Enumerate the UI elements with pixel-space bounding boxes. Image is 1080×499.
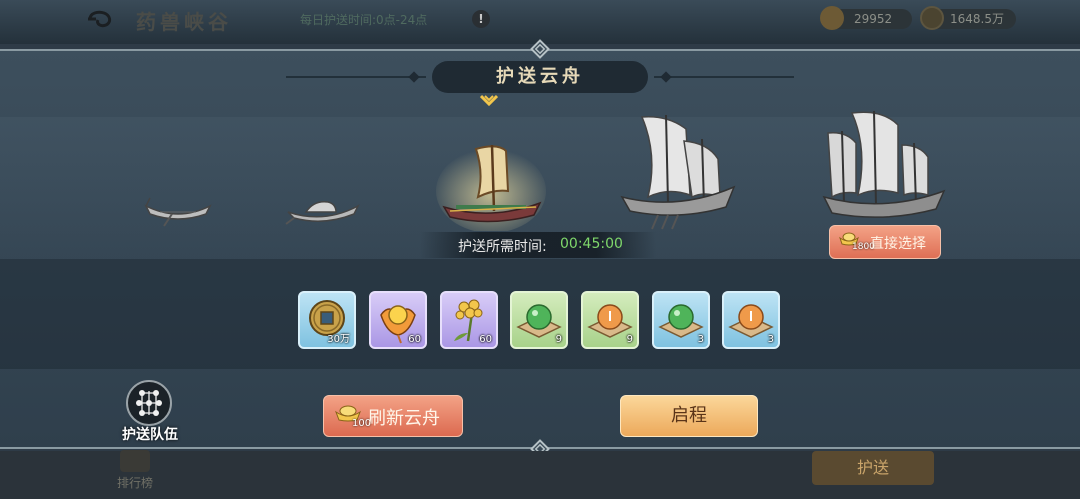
reward-item[interactable]: 60 (369, 291, 427, 349)
header-ornament-icon (660, 71, 672, 83)
gold-resource: 29952 (820, 6, 912, 30)
direct-select-button[interactable]: 1800 直接选择 (829, 225, 941, 259)
copper-value: 1648.5万 (950, 12, 1004, 26)
depart-button[interactable]: 启程 (620, 395, 758, 437)
reward-item[interactable]: 3 (722, 291, 780, 349)
alert-icon[interactable]: ! (472, 10, 490, 28)
team-icon-frame (126, 380, 172, 426)
dialog-title: 护送云舟 (432, 61, 648, 93)
reward-count: 3 (697, 334, 704, 345)
escort-time-label: 护送所需时间: (458, 239, 547, 255)
reward-count: 60 (479, 334, 492, 345)
escort-boat-dialog: 护送云舟 护送所需时间: 00:45:00 1800 直接选择 30万 60 6… (0, 39, 1080, 459)
escort-time-bar: 护送所需时间: 00:45:00 (420, 232, 656, 258)
reward-count: 9 (626, 334, 633, 345)
escort-button[interactable]: 护送 (812, 451, 934, 485)
reward-item[interactable]: 3 (652, 291, 710, 349)
team-formation-icon (136, 390, 162, 416)
gold-value: 29952 (854, 12, 893, 26)
gold-ingot-icon (820, 6, 844, 30)
ship-covered-boat[interactable] (284, 192, 362, 228)
back-icon[interactable] (86, 10, 114, 28)
copper-coin-icon (920, 6, 944, 30)
reward-item[interactable]: 30万 (298, 291, 356, 349)
escort-time-value: 00:45:00 (560, 236, 623, 252)
ranking-label: 排行榜 (116, 476, 153, 490)
header-line-left (286, 76, 426, 78)
copper-resource: 1648.5万 (920, 6, 1016, 30)
escort-team-label: 护送队伍 (122, 427, 178, 443)
reward-count: 3 (767, 334, 774, 345)
selected-indicator-icon (480, 94, 498, 107)
reward-count: 9 (555, 334, 562, 345)
daily-escort-time: 每日护送时间:0点-24点 (300, 13, 428, 27)
reward-item[interactable]: 9 (581, 291, 639, 349)
refresh-boat-button[interactable]: 100 刷新云舟 (323, 395, 463, 437)
ship-sailboat[interactable] (436, 141, 546, 231)
ranking-icon (120, 450, 150, 472)
ranking-button[interactable]: 排行榜 (110, 450, 160, 499)
ship-treasure-junk[interactable] (822, 109, 946, 225)
reward-count: 30万 (327, 334, 350, 345)
escort-team-button[interactable]: 护送队伍 (120, 380, 180, 444)
reward-item[interactable]: 60 (440, 291, 498, 349)
refresh-label: 刷新云舟 (368, 408, 440, 429)
direct-select-label: 直接选择 (870, 236, 926, 252)
ornament-knot-icon (530, 39, 550, 59)
ship-large-junk[interactable] (618, 111, 738, 231)
header-ornament-icon (408, 71, 420, 83)
ship-small-rowboat[interactable] (142, 192, 214, 228)
header-line-right (654, 76, 794, 78)
reward-count: 60 (408, 334, 421, 345)
reward-item[interactable]: 9 (510, 291, 568, 349)
map-title: 药兽峡谷 (136, 10, 232, 34)
